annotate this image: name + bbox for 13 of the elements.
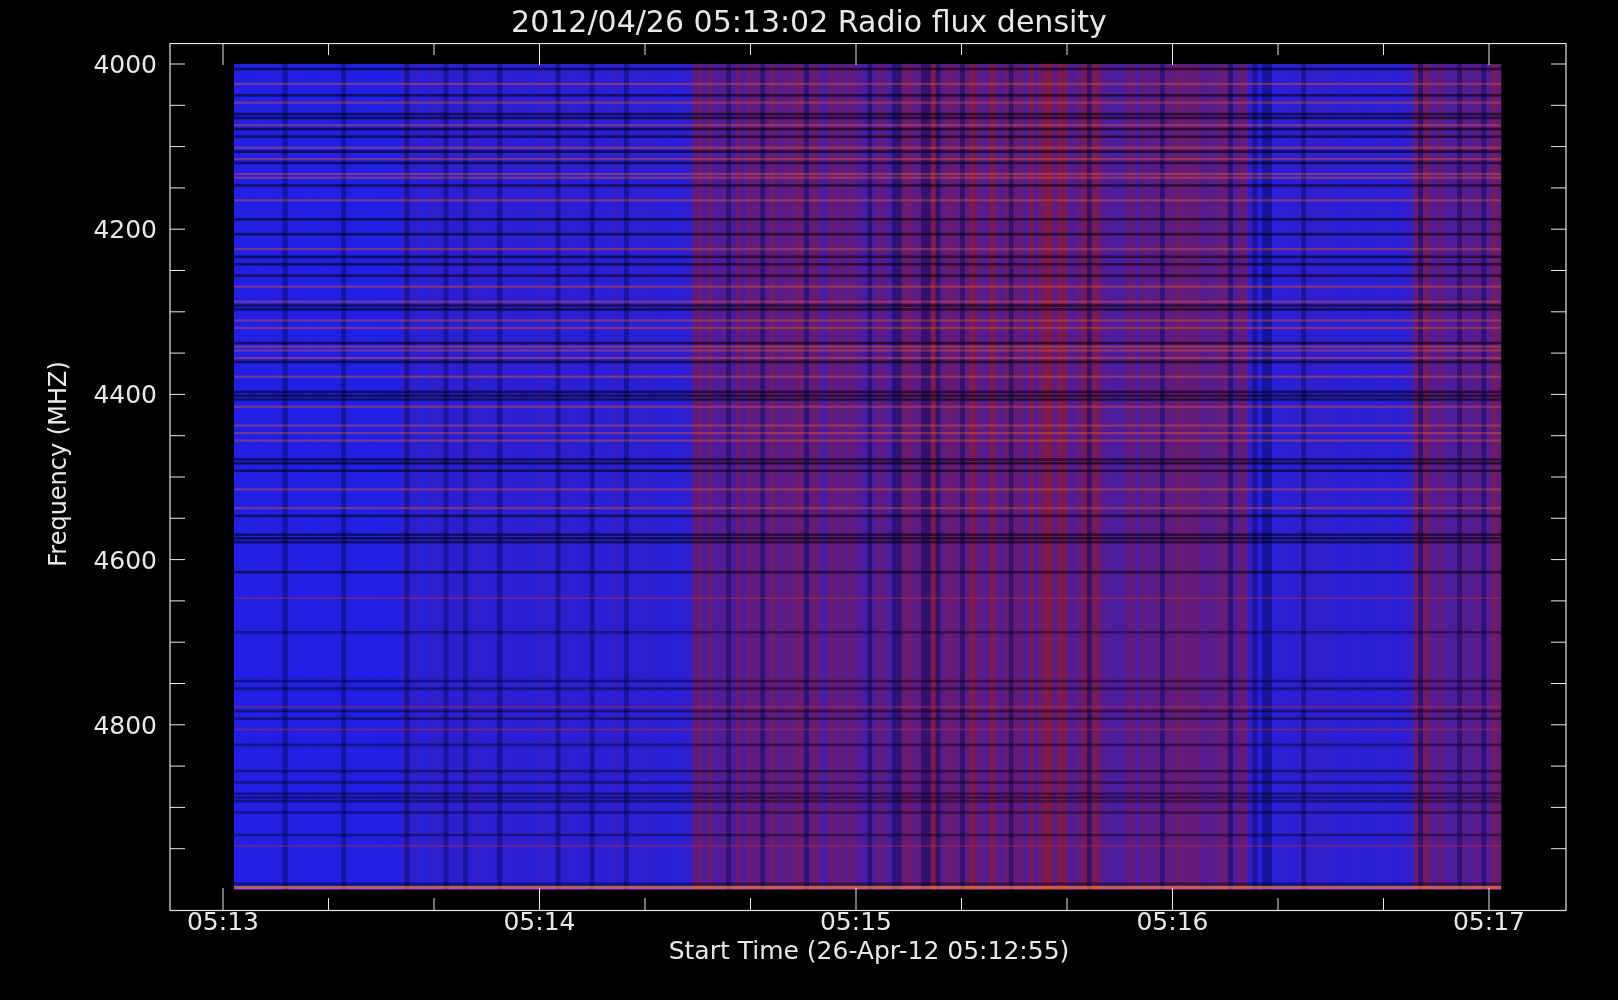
- y-axis-label: Frequency (MHZ): [44, 361, 72, 567]
- y-tick-label: 4800: [93, 710, 157, 740]
- y-tick-label: 4600: [93, 545, 157, 575]
- y-tick-label: 4000: [93, 50, 157, 79]
- x-axis-label: Start Time (26-Apr-12 05:12:55): [668, 938, 1070, 963]
- plot-title: 2012/04/26 05:13:02 Radio flux density: [511, 6, 1107, 37]
- x-tick-label: 05:15: [820, 907, 892, 936]
- x-tick-label: 05:16: [1136, 907, 1209, 936]
- x-tick-label: 05:14: [503, 907, 576, 936]
- y-tick-label: 4200: [93, 215, 157, 245]
- x-tick-label: 05:13: [187, 907, 259, 936]
- x-tick-label: 05:17: [1453, 907, 1525, 936]
- y-tick-label: 4400: [93, 380, 157, 410]
